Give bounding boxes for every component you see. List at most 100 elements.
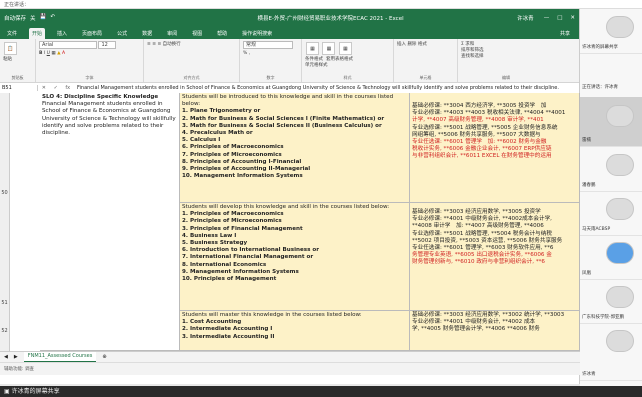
developed-item: 5. Business Strategy	[182, 240, 248, 247]
window-title: 横县E-外贸-广州财经贸易职业技术学院ECAC 2021 - Excel	[257, 16, 404, 22]
minimize-icon[interactable]: —	[544, 15, 550, 21]
next-sheet-icon[interactable]: ▶	[14, 354, 18, 360]
participant-tile[interactable]: 雷楠	[580, 97, 642, 147]
font-group: Arial 12 B I U ▦ ▲ A 字体	[36, 39, 144, 82]
border-icon[interactable]: ▦	[51, 51, 55, 56]
participant-tile[interactable]: 凤凰	[580, 237, 642, 280]
chinese-line: 与非营利组织会计, **6011 EXCEL 在财务管理中的运用	[412, 153, 552, 160]
introduced-item: 1. Plane Trigonometry or	[182, 108, 261, 115]
user-name[interactable]: 许冰青	[517, 14, 534, 22]
ribbon-tabs: 文件 开始 插入 页面布局 公式 数据 审阅 视图 帮助 操作说明搜索 共享	[0, 27, 579, 39]
introduced-item: 8. Principles of Accounting I-Financial	[182, 158, 302, 165]
number-format-select[interactable]: 常规	[243, 41, 293, 49]
wrap-text-button[interactable]: 自动换行	[163, 42, 181, 47]
font-name-select[interactable]: Arial	[39, 41, 97, 49]
participant-name: 许冰青的屏幕共享	[582, 45, 618, 50]
format-as-table-button[interactable]: 套用表格格式	[326, 56, 353, 62]
participant-tile[interactable]: 潘春鹏	[580, 149, 642, 192]
find-select-button[interactable]: 查找和选择	[461, 54, 484, 59]
row-header-51[interactable]: 51	[0, 203, 10, 311]
developed-item: 7. International Financial Management or	[182, 254, 314, 261]
participant-tile[interactable]: 马天雨ACBSP	[580, 193, 642, 236]
chinese-line: **5002 项目投资, **5003 资本运营, **5006 财务共享服务	[412, 237, 563, 244]
row-header-52[interactable]: 52	[0, 311, 10, 351]
participant-tile[interactable]: 广东科技学院-郭亚鹏	[580, 281, 642, 324]
conditional-format-icon[interactable]: ▦	[306, 42, 319, 55]
maximize-icon[interactable]: □	[557, 15, 562, 21]
tab-help[interactable]: 帮助	[214, 28, 230, 39]
editing-group: Σ 求和 排序和筛选 查找和选择 编辑	[458, 39, 554, 82]
add-sheet-icon[interactable]: ⊕	[102, 354, 106, 360]
participant-tile[interactable]: 许冰青	[580, 325, 642, 381]
slo-title: SLO 4: Discipline Specific Knowledge	[42, 94, 159, 100]
formula-icons: ✕ ✓ fx	[38, 85, 74, 91]
screen-share-icon: ▣	[4, 388, 10, 395]
prev-sheet-icon[interactable]: ◀	[4, 354, 8, 360]
italic-icon[interactable]: I	[44, 51, 45, 56]
tab-review[interactable]: 审阅	[164, 28, 180, 39]
font-color-icon[interactable]: A	[62, 51, 65, 56]
cancel-icon[interactable]: ✕	[42, 85, 46, 91]
formula-input[interactable]: Financial Management students enrolled i…	[74, 85, 579, 91]
slo-cell[interactable]: SLO 4: Discipline Specific Knowledge Fin…	[40, 93, 180, 351]
cell-styles-icon[interactable]: ▦	[338, 42, 352, 55]
avatar	[606, 198, 634, 220]
tab-insert[interactable]: 插入	[54, 28, 70, 39]
align-right-icon[interactable]: ≡	[157, 42, 161, 47]
bold-icon[interactable]: B	[39, 51, 42, 56]
introduced-item: 6. Principles of Macroeconomics	[182, 144, 284, 151]
format-cells-button[interactable]: 格式	[418, 42, 427, 47]
paste-icon[interactable]: 📋	[4, 42, 17, 55]
tab-view[interactable]: 视图	[189, 28, 205, 39]
chinese-developed-cell[interactable]: 基础必修课: **3003 经济应用数学, **3005 投资学 专业必修课: …	[410, 203, 580, 311]
format-as-table-icon[interactable]: ▦	[322, 42, 336, 55]
comma-icon[interactable]: ,	[249, 51, 250, 56]
percent-icon[interactable]: %	[243, 51, 247, 56]
introduced-heading: Students will be introduced to this know…	[182, 94, 394, 108]
mastered-cell[interactable]: Students will master this knowledge in t…	[180, 311, 410, 351]
tab-formulas[interactable]: 公式	[114, 28, 130, 39]
participant-name: 马天雨ACBSP	[582, 227, 611, 232]
cell-styles-button[interactable]: 单元格样式	[305, 63, 328, 68]
tab-page-layout[interactable]: 页面布局	[79, 28, 105, 39]
save-icon[interactable]: 💾	[40, 14, 47, 22]
introduced-item: 9. Principles of Accounting II-Manageria…	[182, 166, 311, 173]
participant-tile[interactable]: 许冰青的屏幕共享	[580, 11, 642, 54]
status-text: 辅助功能: 调查	[4, 367, 34, 372]
paste-label[interactable]: 粘贴	[3, 56, 32, 62]
tell-me-search[interactable]: 操作说明搜索	[239, 28, 275, 39]
developed-heading: Students will develop this knowledge and…	[182, 204, 390, 210]
chinese-line: **4008 审计学 加: **4007 高级财务管理, **4006	[412, 223, 544, 230]
tab-data[interactable]: 数据	[139, 28, 155, 39]
tab-home[interactable]: 开始	[29, 28, 46, 39]
conditional-format-button[interactable]: 条件格式	[305, 56, 323, 62]
enter-icon[interactable]: ✓	[54, 85, 58, 91]
sheet-tab-assessed-courses[interactable]: FNM11_Assessed Courses	[23, 351, 97, 363]
font-size-select[interactable]: 12	[98, 41, 117, 49]
align-center-icon[interactable]: ≡	[152, 42, 156, 47]
align-left-icon[interactable]: ≡	[147, 42, 151, 47]
fx-icon[interactable]: fx	[65, 85, 70, 91]
autosave-label[interactable]: 自动保存	[4, 14, 26, 22]
tab-file[interactable]: 文件	[4, 28, 20, 39]
row-header-50[interactable]: 50	[0, 93, 10, 203]
delete-cells-button[interactable]: 删除	[407, 42, 416, 47]
chinese-mastered-cell[interactable]: 基础必修课: **3003 经济应用数学, **3002 统计学, **3003…	[410, 311, 580, 351]
editing-group-label: 编辑	[502, 75, 510, 80]
developed-item: 8. International Economics	[182, 261, 267, 268]
chinese-introduced-cell[interactable]: 基础必修课: **3004 西方经济学, **3005 投资学 加 专业必修课:…	[410, 93, 580, 203]
underline-icon[interactable]: U	[47, 51, 50, 56]
participant-name: 凤凰	[582, 271, 591, 276]
autosave-toggle[interactable]: 关	[30, 14, 36, 22]
insert-cells-button[interactable]: 插入	[397, 42, 406, 47]
introduced-item: 2. Math for Business & Social Sciences I…	[182, 115, 385, 122]
developed-cell[interactable]: Students will develop this knowledge and…	[180, 203, 410, 311]
fill-color-icon[interactable]: ▲	[57, 51, 60, 56]
introduced-cell[interactable]: Students will be introduced to this know…	[180, 93, 410, 203]
chinese-line: 学, **4005 财务管理会计学, **4006 **4006 财务	[412, 326, 540, 333]
undo-icon[interactable]: ↶	[50, 14, 55, 22]
close-icon[interactable]: ✕	[570, 15, 575, 21]
name-box[interactable]: B51	[0, 85, 38, 91]
introduced-item: 7. Principles of Microeconomics	[182, 151, 282, 158]
share-button[interactable]: 共享	[557, 28, 573, 39]
